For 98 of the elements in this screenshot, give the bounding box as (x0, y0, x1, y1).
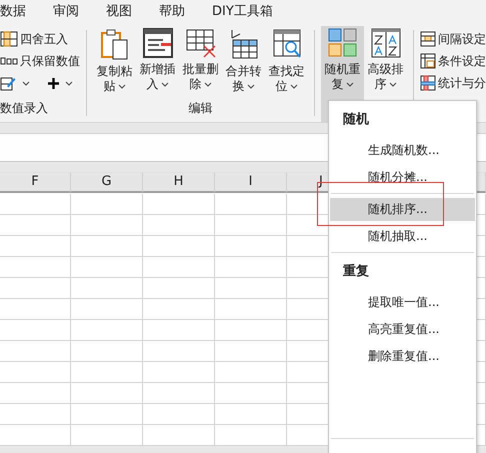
chevron-icon (160, 82, 168, 88)
chevron-icon (65, 80, 73, 86)
ribbon-button[interactable]: 统计与分 (420, 74, 486, 92)
menu-item[interactable]: 提取唯一值... (330, 291, 475, 314)
chevron-icon (22, 80, 30, 86)
chevron-icon (118, 84, 126, 90)
sheet-cell[interactable] (143, 278, 215, 299)
chevron-icon (204, 82, 212, 88)
menu-item[interactable]: 删除重复值... (330, 345, 475, 368)
sheet-cell[interactable] (215, 257, 287, 278)
sheet-cell[interactable] (215, 383, 287, 404)
chevron-icon (346, 82, 354, 88)
ribbon-tab[interactable]: 审阅 (53, 2, 106, 20)
ribbon-button[interactable]: 四舍五入 (0, 30, 80, 48)
ribbon-button[interactable]: 只保留数值 (0, 52, 80, 70)
sheet-cell[interactable] (71, 215, 143, 236)
table-arrow-icon (228, 28, 258, 60)
menu-heading: 重复 (342, 262, 370, 281)
sheet-cell[interactable] (71, 194, 143, 215)
search-icon (272, 28, 302, 60)
sheet-cell[interactable] (143, 215, 215, 236)
menu-item[interactable]: 随机排序... (330, 198, 475, 221)
table-icon (420, 53, 436, 69)
ribbon-button[interactable]: 条件设定 (420, 52, 486, 70)
chevron-icon (388, 82, 396, 88)
sheet-cell[interactable] (143, 404, 215, 425)
pencil-table-icon[interactable] (0, 76, 16, 90)
sheet-cell[interactable] (71, 299, 143, 320)
sheet-cell[interactable] (143, 362, 215, 383)
table-cross-icon (186, 28, 216, 58)
ribbon-tab[interactable]: 帮助 (159, 2, 212, 20)
plus-icon[interactable] (48, 78, 59, 88)
sheet-cell[interactable] (143, 320, 215, 341)
chevron-icon (290, 84, 298, 90)
sheet-cell[interactable] (71, 257, 143, 278)
sheet-cell[interactable] (215, 425, 287, 446)
sheet-cell[interactable] (143, 425, 215, 446)
sheet-cell[interactable] (215, 278, 287, 299)
ribbon-button[interactable]: 批量删除 (179, 26, 222, 100)
sheet-cell[interactable] (0, 362, 71, 383)
sheet-cell[interactable] (0, 425, 71, 446)
ribbon-button[interactable]: 新增插入 (136, 26, 179, 100)
column-header[interactable]: G (71, 173, 143, 193)
sheet-cell[interactable] (71, 236, 143, 257)
ribbon-tab[interactable]: 视图 (106, 2, 159, 20)
chevron-icon (246, 84, 254, 90)
color-squares-icon (328, 28, 358, 58)
menu-item[interactable]: 生成随机数... (330, 139, 475, 162)
sheet-cell[interactable] (215, 194, 287, 215)
sheet-cell[interactable] (215, 215, 287, 236)
ribbon-tab[interactable]: 数据 (0, 2, 53, 20)
column-header[interactable]: I (215, 173, 287, 193)
column-header[interactable]: F (0, 173, 71, 193)
sheet-cell[interactable] (71, 341, 143, 362)
sheet-cell[interactable] (143, 236, 215, 257)
window-icon (142, 28, 172, 58)
column-header[interactable]: H (143, 173, 215, 193)
sheet-cell[interactable] (143, 383, 215, 404)
sheet-cell[interactable] (71, 362, 143, 383)
ribbon-button[interactable]: 查找定位 (265, 26, 308, 100)
ribbon-button[interactable]: 合并转换 (222, 26, 265, 100)
striped-grid-icon (420, 31, 436, 47)
ribbon-tab[interactable]: DIY工具箱 (212, 2, 286, 20)
sheet-cell[interactable] (215, 299, 287, 320)
menu-item[interactable]: 随机抽取... (330, 225, 475, 248)
sheet-cell[interactable] (0, 278, 71, 299)
ribbon-button[interactable]: 间隔设定 (420, 30, 486, 48)
sheet-cell[interactable] (215, 320, 287, 341)
sheet-cell[interactable] (215, 404, 287, 425)
bar-grid-icon (420, 75, 436, 91)
sheet-cell[interactable] (71, 425, 143, 446)
sheet-cell[interactable] (71, 404, 143, 425)
sheet-cell[interactable] (71, 320, 143, 341)
menu-item[interactable]: 随机分摊... (330, 166, 475, 189)
sheet-cell[interactable] (143, 299, 215, 320)
sheet-cell[interactable] (0, 341, 71, 362)
sheet-cell[interactable] (0, 236, 71, 257)
group-label: 数值录入 (0, 100, 49, 117)
sheet-cell[interactable] (0, 383, 71, 404)
sort-az-icon (370, 28, 400, 58)
sheet-cell[interactable] (143, 194, 215, 215)
sheet-cell[interactable] (215, 341, 287, 362)
clipboard-icon (100, 28, 130, 60)
sheet-cell[interactable] (143, 257, 215, 278)
sheet-cell[interactable] (0, 404, 71, 425)
sheet-cell[interactable] (0, 257, 71, 278)
sheet-cell[interactable] (143, 341, 215, 362)
menu-item[interactable]: 高亮重复值... (330, 318, 475, 341)
sheet-cell[interactable] (0, 194, 71, 215)
ribbon-button[interactable]: 复制粘贴 (93, 26, 136, 100)
sheet-cell[interactable] (71, 278, 143, 299)
sheet-cell[interactable] (71, 383, 143, 404)
sheet-cell[interactable] (215, 236, 287, 257)
sheet-cell[interactable] (215, 362, 287, 383)
group-label: 编辑 (188, 100, 214, 117)
sheet-cell[interactable] (0, 320, 71, 341)
sheet-cell[interactable] (0, 215, 71, 236)
sheet-cell[interactable] (0, 299, 71, 320)
